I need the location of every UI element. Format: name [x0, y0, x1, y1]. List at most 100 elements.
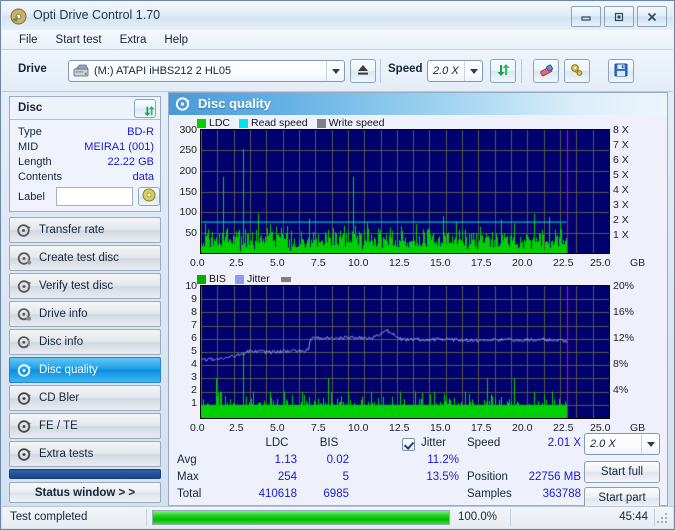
top-xtick: 20.0	[512, 257, 533, 269]
panel-header: Disc quality	[169, 93, 667, 115]
menu-start-test[interactable]: Start test	[47, 32, 111, 48]
chevron-down-icon[interactable]	[641, 434, 659, 454]
jitter-checkbox[interactable]	[402, 438, 415, 451]
top-xtick: 5.0	[270, 257, 285, 269]
top-xtick: 12.5	[389, 257, 410, 269]
disc-quality-icon	[17, 363, 32, 378]
sidebar-item-cd-bler[interactable]: CD Bler	[9, 385, 161, 411]
eject-button[interactable]	[350, 59, 376, 83]
disc-bler-icon	[17, 391, 32, 406]
minimize-button[interactable]	[571, 6, 601, 27]
menu-file[interactable]: File	[10, 32, 47, 48]
bot-ytick-right: 12%	[613, 332, 635, 344]
sidebar-item-transfer-rate[interactable]: Transfer rate	[9, 217, 161, 243]
sidebar-item-disc-info[interactable]: Disc info	[9, 329, 161, 355]
sidebar-item-drive-info[interactable]: Drive info	[9, 301, 161, 327]
app-disc-icon	[10, 8, 27, 25]
progress-fill	[153, 511, 449, 524]
disc-label-button[interactable]	[138, 187, 160, 206]
top-ytick-right: 5 X	[613, 169, 629, 181]
test-speed-select[interactable]: 2.0 X	[584, 433, 660, 455]
bot-ytick-right: 16%	[613, 306, 635, 318]
drive-select-value: (M:) ATAPI iHBS212 2 HL05	[94, 65, 232, 77]
sidebar-item-verify-test-disc[interactable]: Verify test disc	[9, 273, 161, 299]
disc-burn-icon	[17, 251, 32, 266]
refresh-button[interactable]	[490, 59, 516, 83]
disc-speed-icon	[17, 223, 32, 238]
stats-max-bis: 5	[342, 471, 349, 483]
bot-ytick-left: 1	[191, 397, 197, 409]
sidebar-item-label: Extra tests	[39, 448, 94, 460]
drive-info-icon	[17, 307, 32, 322]
stats-max-jitter: 13.5%	[426, 471, 459, 483]
disc-panel: Disc Type BD-R MID MEIRA1 (001) Length 2…	[9, 96, 161, 212]
stats-col-bis: BIS	[319, 437, 339, 449]
sidebar-item-fe-te[interactable]: FE / TE	[9, 413, 161, 439]
legend-item-jitter: Jitter	[234, 273, 270, 285]
disc-panel-title: Disc	[18, 102, 43, 114]
stats-total-ldc: 410618	[258, 488, 297, 500]
stats-speed-value: 2.01 X	[547, 437, 581, 449]
bot-xtick: 0.0	[190, 422, 205, 434]
top-ytick-left: 150	[179, 186, 197, 198]
top-ytick-left: 300	[179, 124, 197, 136]
bottom-chart-plot	[200, 285, 610, 419]
top-ytick-left: 200	[179, 165, 197, 177]
close-button[interactable]	[637, 6, 667, 27]
disc-label-input[interactable]	[56, 187, 133, 206]
disc-row-key: Length	[18, 156, 52, 168]
drive-icon	[73, 64, 89, 78]
sidebar-item-label: Create test disc	[39, 252, 119, 264]
maximize-button[interactable]	[604, 6, 634, 27]
disc-refresh-button[interactable]	[134, 99, 156, 118]
bot-xtick: 12.5	[389, 422, 410, 434]
speed-label: Speed	[388, 63, 423, 75]
stats-total-bis: 6985	[323, 488, 349, 500]
speed-select[interactable]: 2.0 X	[427, 60, 483, 82]
bot-ytick-left: 3	[191, 371, 197, 383]
sidebar-item-create-test-disc[interactable]: Create test disc	[9, 245, 161, 271]
erase-button[interactable]	[533, 59, 559, 83]
speed-select-value: 2.0 X	[433, 65, 459, 77]
bot-ytick-left: 6	[191, 332, 197, 344]
disc-panel-header: Disc	[10, 97, 160, 120]
legend-swatch-extra	[280, 276, 291, 282]
disc-info-icon	[17, 335, 32, 350]
stats-col-ldc: LDC	[265, 437, 289, 449]
top-xtick: 22.5	[553, 257, 574, 269]
sidebar-item-disc-quality[interactable]: Disc quality	[9, 357, 161, 383]
bot-xtick: 7.5	[311, 422, 326, 434]
disc-row-key: Contents	[18, 171, 63, 183]
eraser-icon	[539, 63, 554, 80]
menu-extra[interactable]: Extra	[111, 32, 156, 48]
top-xtick: 15.0	[430, 257, 451, 269]
menu-help[interactable]: Help	[155, 32, 197, 48]
disc-row-length: Length 22.22 GB	[18, 156, 154, 172]
test-speed-value: 2.0 X	[590, 438, 616, 450]
save-button[interactable]	[608, 59, 634, 83]
top-ytick-right: 2 X	[613, 214, 629, 226]
legend-label: Read speed	[251, 117, 308, 129]
toolbar: Drive (M:) ATAPI iHBS212 2 HL05 Speed 2.…	[2, 50, 673, 92]
refresh-arrows-icon	[496, 63, 511, 80]
legend-item-ldc: LDC	[197, 117, 230, 129]
disc-label-key: Label	[18, 191, 45, 203]
window-title: Opti Drive Control 1.70	[33, 8, 161, 22]
disc-check-icon	[17, 279, 32, 294]
sidebar-item-extra-tests[interactable]: Extra tests	[9, 441, 161, 467]
drive-select[interactable]: (M:) ATAPI iHBS212 2 HL05	[68, 60, 345, 82]
status-window-button[interactable]: Status window > >	[9, 482, 161, 503]
settings-button[interactable]	[564, 59, 590, 83]
resize-grip[interactable]	[657, 513, 669, 525]
stats-position-label: Position	[467, 471, 508, 483]
chevron-down-icon[interactable]	[326, 61, 344, 81]
disc-row-value: MEIRA1 (001)	[84, 141, 154, 153]
legend-item-write-speed: Write speed	[316, 117, 385, 129]
chevron-down-icon[interactable]	[464, 61, 482, 81]
disc-quality-icon	[175, 96, 191, 112]
disc-fete-icon	[17, 419, 32, 434]
disc-row-key: Type	[18, 126, 42, 138]
title-bar: Opti Drive Control 1.70	[2, 2, 673, 31]
start-full-button[interactable]: Start full	[584, 461, 660, 483]
legend-swatch	[197, 274, 206, 284]
